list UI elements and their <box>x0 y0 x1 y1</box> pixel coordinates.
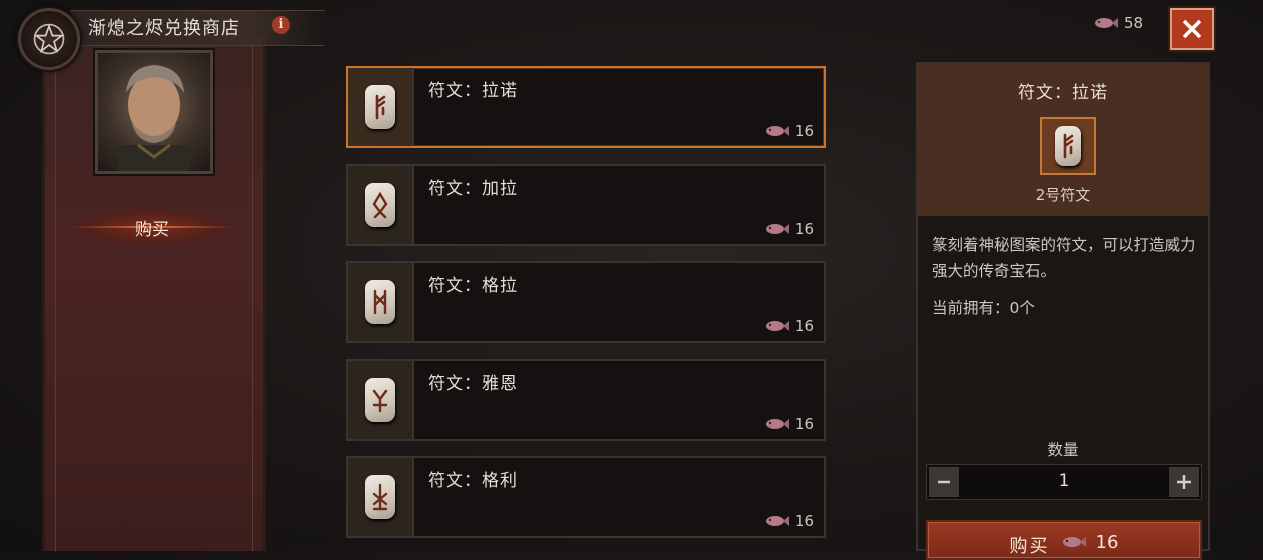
shop-title: 渐熄之烬兑换商店 <box>88 18 240 39</box>
item-price-value: 16 <box>794 317 814 335</box>
item-price: 16 <box>763 122 814 140</box>
rune-icon <box>365 85 395 129</box>
quantity-value[interactable]: 1 <box>967 471 1161 491</box>
item-price: 16 <box>763 415 814 433</box>
item-thumbnail <box>348 263 414 341</box>
item-name: 符文：格拉 <box>428 276 518 296</box>
quantity-label: 数量 <box>1047 441 1079 459</box>
item-name: 符文：拉诺 <box>428 81 518 101</box>
item-price-value: 16 <box>794 122 814 140</box>
buy-button[interactable]: 购买 16 <box>926 520 1202 560</box>
detail-thumbnail <box>1040 117 1096 175</box>
ember-icon <box>765 321 789 331</box>
minus-icon <box>938 480 950 484</box>
decrease-button[interactable] <box>929 467 959 497</box>
ember-icon <box>1095 18 1118 28</box>
rune-icon <box>365 182 395 227</box>
list-item[interactable]: 符文：雅恩 16 <box>346 358 826 441</box>
item-name: 符文：加拉 <box>428 178 518 199</box>
pentagram-emblem-icon <box>18 8 80 70</box>
info-icon[interactable]: i <box>272 16 290 34</box>
list-item[interactable]: 符文：拉诺 16 <box>346 66 826 148</box>
vendor-portrait <box>95 50 213 174</box>
currency-display: 58 <box>1092 14 1143 32</box>
item-price: 16 <box>763 512 814 530</box>
detail-subtitle: 2号符文 <box>1035 186 1091 204</box>
item-list: 符文：拉诺 16 符文：加拉 16 符文：格拉 16 符文：雅恩 16 符文：格… <box>346 66 826 554</box>
rune-icon <box>365 280 395 324</box>
item-price: 16 <box>763 220 814 238</box>
ember-icon <box>765 223 789 234</box>
buy-tab[interactable]: 购买 <box>72 208 232 246</box>
item-name: 符文：雅恩 <box>428 373 518 394</box>
list-item[interactable]: 符文：格拉 16 <box>346 261 826 343</box>
buy-button-label: 购买 <box>1009 536 1050 557</box>
item-price-value: 16 <box>794 512 814 530</box>
rune-icon <box>1055 126 1081 166</box>
item-price-value: 16 <box>794 219 814 238</box>
item-price-value: 16 <box>794 414 814 433</box>
list-item[interactable]: 符文：格利 16 <box>346 456 826 538</box>
ember-icon <box>1062 537 1086 547</box>
increase-button[interactable] <box>1169 467 1199 497</box>
quantity-stepper: 1 <box>926 464 1202 500</box>
item-name: 符文：格利 <box>428 471 518 491</box>
close-icon <box>1182 19 1202 39</box>
owned-count: 当前拥有：0个 <box>932 299 1035 317</box>
item-thumbnail <box>348 458 414 536</box>
rune-icon <box>365 377 395 422</box>
plus-icon <box>1177 475 1191 489</box>
item-thumbnail <box>348 360 414 439</box>
item-description: 篆刻着神秘图案的符文，可以打造威力强大的传奇宝石。 <box>932 236 1196 280</box>
close-button[interactable] <box>1170 8 1214 50</box>
detail-title: 符文：拉诺 <box>1018 83 1108 103</box>
buy-tab-label: 购买 <box>135 219 169 240</box>
ember-icon <box>765 418 789 429</box>
currency-amount: 58 <box>1124 14 1144 32</box>
ember-icon <box>765 126 789 136</box>
item-thumbnail <box>348 165 414 244</box>
item-price: 16 <box>763 317 814 335</box>
rune-icon <box>365 475 395 519</box>
buy-button-price: 16 <box>1095 532 1119 553</box>
item-thumbnail <box>348 68 414 146</box>
ember-icon <box>765 516 789 526</box>
list-item[interactable]: 符文：加拉 16 <box>346 163 826 246</box>
